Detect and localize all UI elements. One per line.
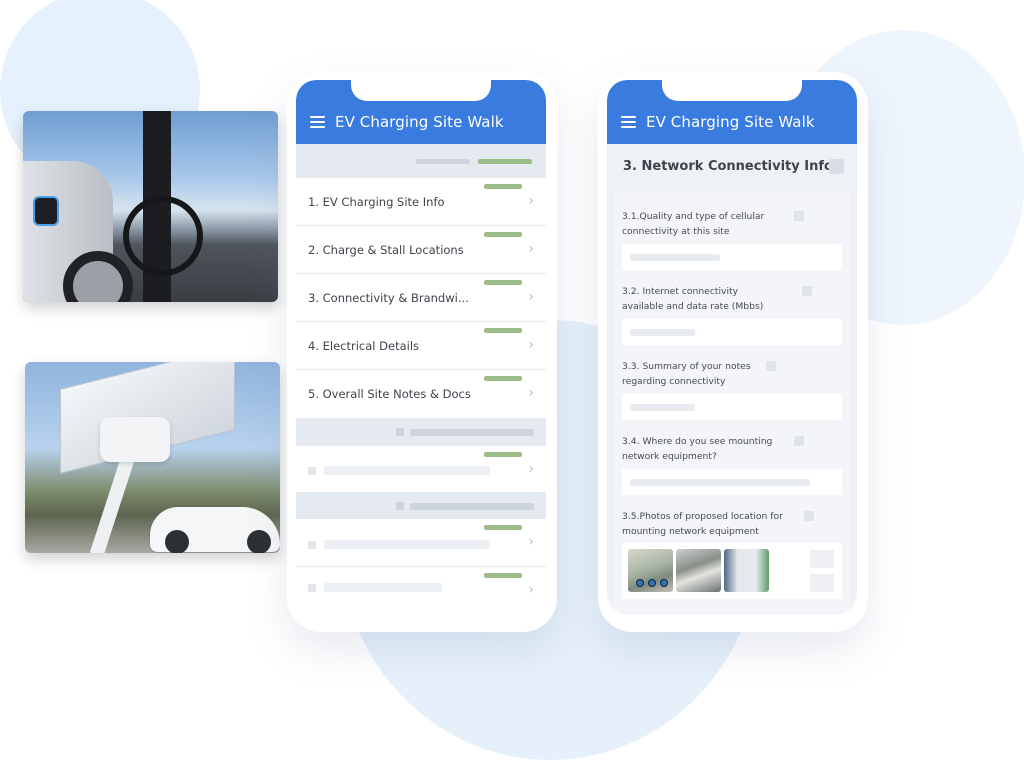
question-checkbox[interactable] [766,361,776,371]
question-checkbox[interactable] [802,286,812,296]
chevron-right-icon: › [528,582,534,598]
ev-charging-photo [23,111,278,302]
equipment-photo-thumbnail[interactable] [724,549,769,592]
phone-screen: EV Charging Site Walk 3. Network Connect… [607,80,857,615]
app-header: EV Charging Site Walk [296,80,546,144]
answer-input[interactable] [622,394,842,420]
section-label: 1. EV Charging Site Info [308,195,445,209]
placeholder-square [308,467,316,475]
placeholder-bar [410,429,534,436]
section-label: 3. Connectivity & Brandwi... [308,291,469,305]
hamburger-icon[interactable] [621,116,636,128]
section-title: 3. Network Connectivity Info [623,159,833,174]
question-5: 3.5.Photos of proposed location for moun… [622,509,842,599]
progress-band [296,144,546,178]
question-label: 3.3. Summary of your notes regarding con… [622,361,751,387]
skeleton-item: › [296,567,546,615]
question-4: 3.4. Where do you see mounting network e… [622,434,842,495]
skeleton-group-header [296,493,546,519]
progress-bar [478,159,532,164]
equipment-photo-thumbnail[interactable] [676,549,721,592]
placeholder-square [396,502,404,510]
placeholder-bar [416,159,470,164]
question-1: 3.1.Quality and type of cellular connect… [622,209,842,270]
skeleton-item: › [296,446,546,493]
question-label: 3.5.Photos of proposed location for moun… [622,511,783,537]
placeholder-bar [630,479,810,486]
question-label: 3.2. Internet connectivity available and… [622,286,764,312]
progress-bar [484,376,522,381]
section-label: 2. Charge & Stall Locations [308,243,464,257]
section-label: 5. Overall Site Notes & Docs [308,387,471,401]
progress-bar [484,328,522,333]
equipment-photo-thumbnail[interactable] [628,549,673,592]
answer-input[interactable] [622,469,842,495]
question-label: 3.4. Where do you see mounting network e… [622,436,773,462]
placeholder-bar [630,404,695,411]
app-title: EV Charging Site Walk [335,113,504,131]
add-photo-slot[interactable] [810,574,834,592]
chevron-right-icon: › [528,337,534,353]
progress-bar [484,452,522,457]
placeholder-square [308,584,316,592]
question-label: 3.1.Quality and type of cellular connect… [622,211,765,237]
answer-input[interactable] [622,319,842,345]
progress-bar [484,573,522,578]
wheel-illustration [165,530,189,553]
progress-bar [484,184,522,189]
placeholder-bar [630,329,695,336]
section-item-1[interactable]: 1. EV Charging Site Info › [296,178,546,226]
placeholder-square [396,428,404,436]
placeholder-bar [630,254,720,261]
progress-bar [484,232,522,237]
placeholder-bar [410,503,534,510]
charger-box-illustration [100,417,170,462]
chevron-right-icon: › [528,241,534,257]
section-checkbox[interactable] [829,159,844,174]
cable-coil-illustration [123,196,203,276]
phone-mockup-form: EV Charging Site Walk 3. Network Connect… [598,72,868,632]
question-checkbox[interactable] [794,436,804,446]
chevron-right-icon: › [528,461,534,477]
app-title: EV Charging Site Walk [646,113,815,131]
hamburger-icon[interactable] [310,116,325,128]
phone-screen: EV Charging Site Walk 1. EV Charging Sit… [296,80,546,615]
section-item-3[interactable]: 3. Connectivity & Brandwi... › [296,274,546,322]
question-checkbox[interactable] [804,511,814,521]
charge-port-illustration [33,196,59,226]
chevron-right-icon: › [528,534,534,550]
question-2: 3.2. Internet connectivity available and… [622,284,842,345]
skeleton-group-header [296,418,546,446]
answer-input[interactable] [622,244,842,270]
photo-gallery [622,543,842,599]
form-card: 3.1.Quality and type of cellular connect… [614,192,850,615]
chevron-right-icon: › [528,193,534,209]
placeholder-bar [324,466,490,475]
chevron-right-icon: › [528,289,534,305]
section-item-2[interactable]: 2. Charge & Stall Locations › [296,226,546,274]
wheel-illustration [247,530,271,553]
phone-mockup-sections: EV Charging Site Walk 1. EV Charging Sit… [287,72,557,632]
app-header: EV Charging Site Walk [607,80,857,144]
chevron-right-icon: › [528,385,534,401]
question-checkbox[interactable] [794,211,804,221]
add-photo-slot[interactable] [810,550,834,568]
skeleton-item: › [296,519,546,567]
placeholder-bar [324,583,442,592]
placeholder-square [308,541,316,549]
phone-notch [662,80,802,101]
phone-notch [351,80,491,101]
section-item-5[interactable]: 5. Overall Site Notes & Docs › [296,370,546,418]
placeholder-bar [324,540,490,549]
question-3: 3.3. Summary of your notes regarding con… [622,359,842,420]
solar-charger-photo [25,362,280,553]
section-item-4[interactable]: 4. Electrical Details › [296,322,546,370]
section-label: 4. Electrical Details [308,339,420,353]
progress-bar [484,525,522,530]
progress-bar [484,280,522,285]
canopy-post-illustration [89,457,135,553]
